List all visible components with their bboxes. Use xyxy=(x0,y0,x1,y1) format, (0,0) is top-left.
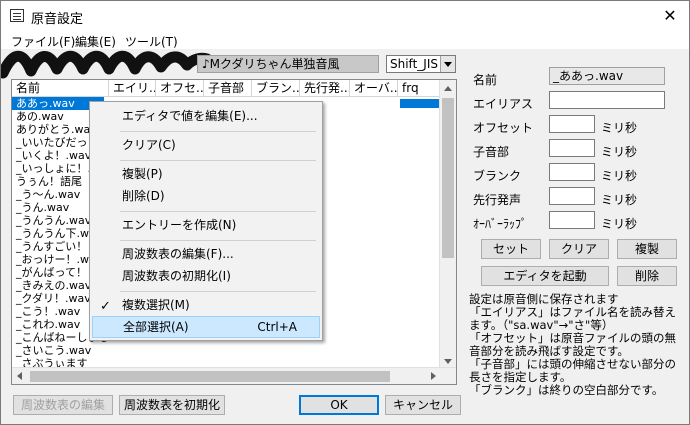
menu-separator xyxy=(120,211,316,212)
menu-item-clear[interactable]: クリア(C) xyxy=(92,134,320,156)
menu-item-edit-freq-table[interactable]: 周波数表の編集(F)... xyxy=(92,243,320,265)
horizontal-scrollbar[interactable] xyxy=(12,367,456,384)
consonant-input[interactable] xyxy=(549,139,595,157)
help-line: 「ブランク」は終りの空白部分です。 xyxy=(469,383,664,397)
menu-item-label: 周波数表の編集(F)... xyxy=(122,247,234,261)
offset-unit: ミリ秒 xyxy=(601,121,638,135)
menu-item-multi-select[interactable]: ✓ 複数選択(M) xyxy=(92,294,320,316)
menu-item-label: 複製(P) xyxy=(122,167,163,181)
alias-input[interactable] xyxy=(549,91,665,109)
alias-label: エイリアス xyxy=(473,97,534,111)
preutterance-input[interactable] xyxy=(549,187,595,205)
menu-separator xyxy=(120,291,316,292)
checkmark-icon: ✓ xyxy=(100,299,111,314)
consonant-label: 子音部 xyxy=(473,145,510,159)
col-blank[interactable]: ブラン... xyxy=(252,80,300,97)
col-consonant[interactable]: 子音部 xyxy=(204,80,252,97)
preutterance-unit: ミリ秒 xyxy=(601,193,638,207)
blank-unit: ミリ秒 xyxy=(601,169,638,183)
menu-item-create-entry[interactable]: エントリーを作成(N) xyxy=(92,214,320,236)
menu-item-label: クリア(C) xyxy=(122,138,176,152)
col-name[interactable]: 名前 xyxy=(12,80,109,97)
blank-input[interactable] xyxy=(549,163,595,181)
scroll-down-icon[interactable] xyxy=(444,359,452,364)
vertical-scrollbar[interactable] xyxy=(439,80,456,370)
menu-item-label: 全部選択(A) xyxy=(123,320,189,334)
hscroll-thumb[interactable] xyxy=(30,371,390,382)
help-text: 設定は原音側に保存されます 「エイリアス」はファイル名を読み替えます。（"sa.… xyxy=(469,293,687,397)
col-preutterance[interactable]: 先行発... xyxy=(300,80,350,97)
menu-item-delete[interactable]: 削除(D) xyxy=(92,185,320,207)
consonant-unit: ミリ秒 xyxy=(601,145,638,159)
offset-label: オフセット xyxy=(473,121,534,135)
menu-item-duplicate[interactable]: 複製(P) xyxy=(92,163,320,185)
col-offset[interactable]: オフセ... xyxy=(156,80,204,97)
menu-separator xyxy=(120,240,316,241)
menu-item-label: 削除(D) xyxy=(122,189,165,203)
menu-separator xyxy=(120,160,316,161)
scroll-left-icon[interactable] xyxy=(17,372,22,380)
name-field: _ああっ.wav xyxy=(549,67,665,85)
scroll-thumb[interactable] xyxy=(442,98,454,258)
clear-button[interactable]: クリア xyxy=(549,239,609,259)
menu-item-select-all[interactable]: 全部選択(A) Ctrl+A xyxy=(92,316,320,338)
col-overlap[interactable]: オーバ... xyxy=(350,80,398,97)
close-icon[interactable]: ✕ xyxy=(659,5,681,27)
encoding-select[interactable]: Shift_JIS xyxy=(386,55,456,73)
chevron-down-icon[interactable] xyxy=(440,56,455,72)
col-alias[interactable]: エイリ... xyxy=(109,80,156,97)
window-title: 原音設定 xyxy=(31,12,84,27)
list-item[interactable]: _さいこう.wav xyxy=(12,344,112,357)
menu-item-edit-in-editor[interactable]: エディタで値を編集(E)... xyxy=(92,105,320,127)
app-icon xyxy=(10,9,24,22)
help-line: 「オフセット」は原音ファイルの頭の無音部分を読み飛ばす設定です。 xyxy=(469,331,676,358)
title-bar: 原音設定 ✕ xyxy=(1,1,689,31)
menu-separator xyxy=(120,131,316,132)
ok-button[interactable]: OK xyxy=(299,395,379,415)
overlap-input[interactable] xyxy=(549,211,595,229)
scroll-up-icon[interactable] xyxy=(444,86,452,91)
set-button[interactable]: セット xyxy=(481,239,541,259)
delete-button[interactable]: 削除 xyxy=(617,266,677,286)
encoding-value: Shift_JIS xyxy=(390,57,438,71)
duplicate-button[interactable]: 複製 xyxy=(617,239,677,259)
menu-item-label: エントリーを作成(N) xyxy=(122,218,237,232)
utau-oto-settings-window: 原音設定 ✕ ファイル(F) 編集(E) ツール(T) ♪Mクダリちゃん単独音風… xyxy=(0,0,690,425)
preutterance-label: 先行発声 xyxy=(473,193,522,207)
menu-item-label: 周波数表の初期化(I) xyxy=(122,269,231,283)
scroll-right-icon[interactable] xyxy=(431,372,436,380)
menu-item-shortcut: Ctrl+A xyxy=(257,320,297,334)
menu-item-init-freq-table[interactable]: 周波数表の初期化(I) xyxy=(92,265,320,287)
menu-item-label: エディタで値を編集(E)... xyxy=(122,109,258,123)
help-line: 「エイリアス」はファイル名を読み替えます。（"sa.wav"→"さ"等） xyxy=(469,305,676,332)
name-label: 名前 xyxy=(473,73,498,87)
menu-item-label: 複数選択(M) xyxy=(122,298,190,312)
overlap-unit: ミリ秒 xyxy=(601,217,638,231)
cancel-button[interactable]: キャンセル xyxy=(385,395,461,415)
col-frq[interactable]: frq xyxy=(398,80,442,97)
overlap-label: ｵｰﾊﾞｰﾗｯﾌﾟ xyxy=(473,217,528,231)
offset-input[interactable] xyxy=(549,115,595,133)
context-menu: エディタで値を編集(E)... クリア(C) 複製(P) 削除(D) エントリー… xyxy=(89,101,323,341)
init-freq-table-button[interactable]: 周波数表を初期化 xyxy=(119,395,225,415)
launch-editor-button[interactable]: エディタを起動 xyxy=(481,266,609,286)
voicebank-name-field: ♪Mクダリちゃん単独音風 xyxy=(197,55,379,73)
edit-freq-table-button[interactable]: 周波数表の編集 xyxy=(13,395,113,415)
blank-label: ブランク xyxy=(473,169,522,183)
list-header: 名前 エイリ... オフセ... 子音部 ブラン... 先行発... オーバ..… xyxy=(12,80,456,97)
help-line: 「子音部」には頭の伸縮させない部分の長さを指定します。 xyxy=(469,357,676,384)
